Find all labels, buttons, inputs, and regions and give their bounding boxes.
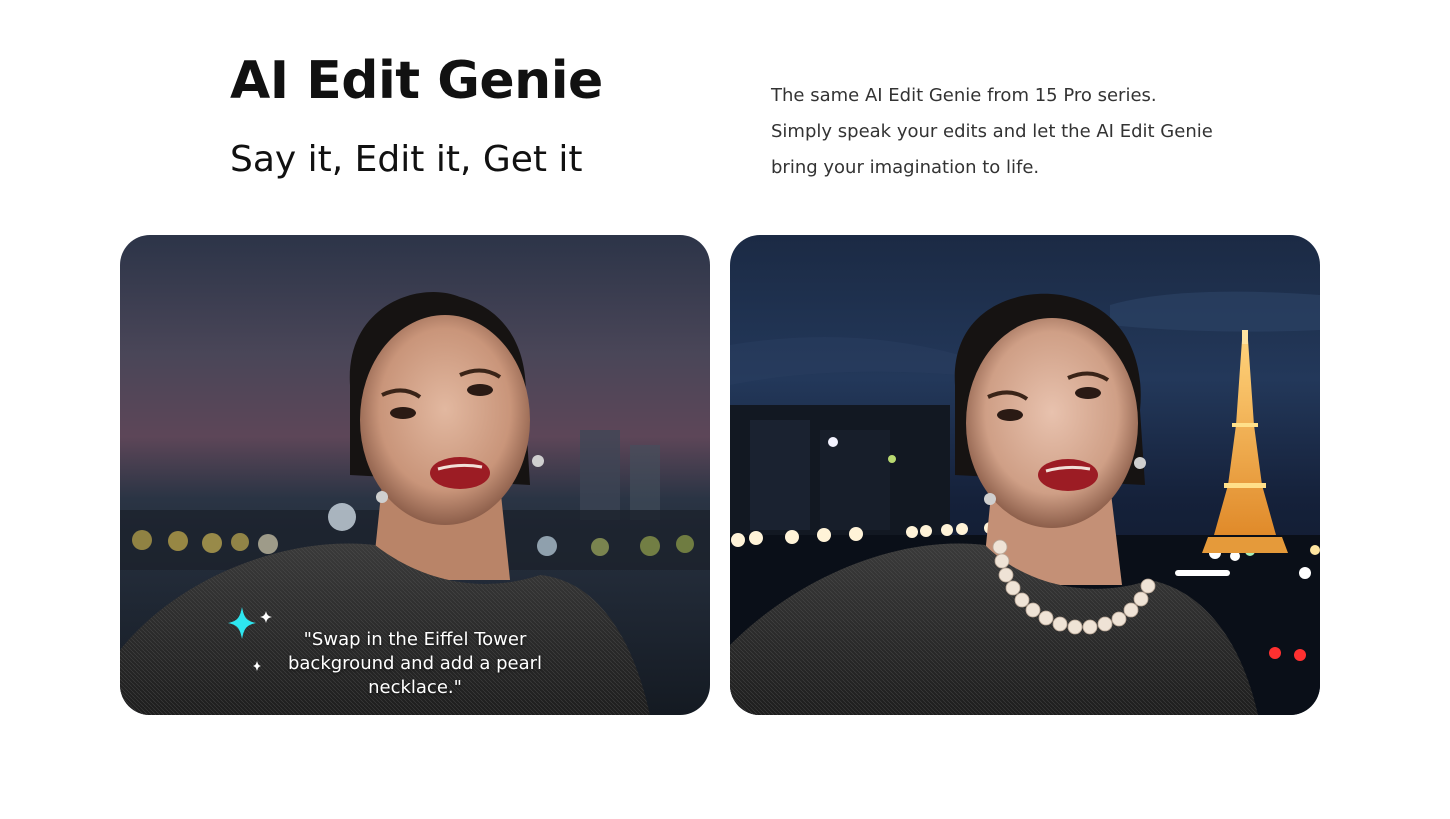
after-image-card (730, 235, 1320, 715)
feature-description: The same AI Edit Genie from 15 Pro serie… (771, 85, 1213, 178)
before-image-card: "Swap in the Eiffel Tower background and… (120, 235, 710, 715)
page: AI Edit Genie Say it, Edit it, Get it Th… (0, 0, 1450, 819)
page-subtitle: Say it, Edit it, Get it (230, 139, 583, 180)
page-title: AI Edit Genie (230, 51, 603, 111)
after-photo (730, 235, 1320, 715)
edit-prompt-caption: "Swap in the Eiffel Tower background and… (287, 629, 543, 698)
